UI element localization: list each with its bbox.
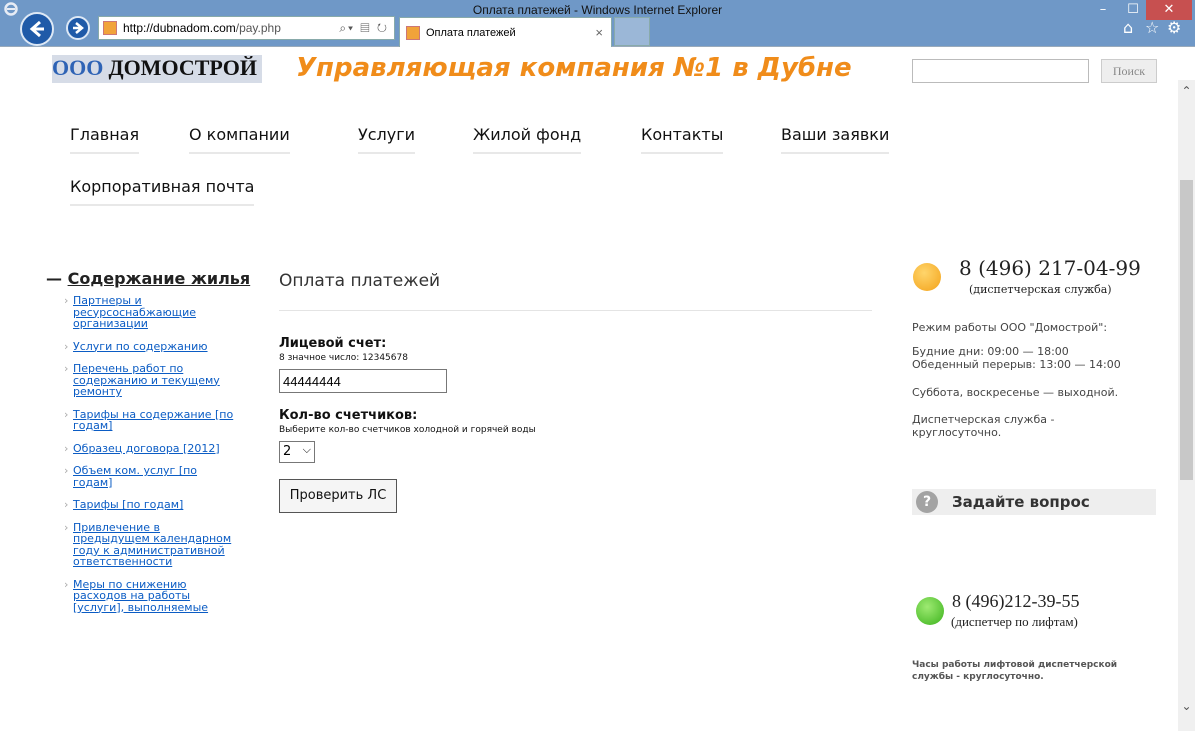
tab-close-icon[interactable]: × bbox=[595, 25, 603, 40]
forward-arrow-icon bbox=[73, 22, 84, 34]
tab-title: Оплата платежей bbox=[426, 26, 516, 39]
ask-question-label: Задайте вопрос bbox=[952, 493, 1090, 511]
vertical-scrollbar[interactable]: ⌃ ⌄ bbox=[1178, 80, 1195, 731]
lift-phone-caption: (диспетчер по лифтам) bbox=[951, 614, 1078, 629]
forward-button[interactable] bbox=[66, 16, 90, 40]
title-divider bbox=[279, 310, 872, 311]
address-tools-icons[interactable]: ⌕▾ ▤ ↻ bbox=[339, 21, 394, 36]
counters-hint: Выберите кол-во счетчиков холодной и гор… bbox=[279, 425, 536, 435]
home-icon[interactable]: ⌂ bbox=[1123, 18, 1133, 37]
ask-question-button[interactable]: ? Задайте вопрос bbox=[912, 489, 1156, 515]
scroll-thumb[interactable] bbox=[1180, 180, 1193, 480]
hours-weekend: Суббота, воскресенье — выходной. bbox=[912, 386, 1119, 399]
scroll-down-icon[interactable]: ⌄ bbox=[1178, 699, 1195, 713]
question-mark-icon: ? bbox=[916, 491, 938, 513]
menu-item-about[interactable]: О компании bbox=[189, 125, 290, 154]
sidebar-item-contract-sample[interactable]: Образец договора [2012] bbox=[64, 442, 234, 455]
hours-title: Режим работы ООО "Домострой": bbox=[912, 321, 1108, 334]
sidebar-item-maintenance-services[interactable]: Услуги по содержанию bbox=[64, 340, 234, 353]
window-titlebar: Оплата платежей - Windows Internet Explo… bbox=[0, 0, 1195, 47]
logo-name: ДОМОСТРОЙ bbox=[108, 55, 257, 80]
page-title: Оплата платежей bbox=[279, 271, 441, 291]
close-window-button[interactable]: ✕ bbox=[1146, 0, 1192, 20]
menu-item-requests[interactable]: Ваши заявки bbox=[781, 125, 890, 154]
window-title: Оплата платежей - Windows Internet Explo… bbox=[472, 3, 723, 17]
favorites-star-icon[interactable]: ☆ bbox=[1145, 18, 1159, 37]
counters-label: Кол-во счетчиков: bbox=[279, 408, 418, 423]
site-slogan: Управляющая компания №1 в Дубне bbox=[296, 53, 852, 83]
dispatch-phone-caption: (диспетчерская служба) bbox=[969, 283, 1112, 296]
lift-phone-icon bbox=[916, 597, 944, 625]
settings-gear-icon[interactable]: ⚙ bbox=[1167, 18, 1181, 37]
lift-phone: 8 (496)212-39-55 bbox=[952, 591, 1080, 611]
menu-item-services[interactable]: Услуги bbox=[358, 125, 416, 154]
menu-item-contacts[interactable]: Контакты bbox=[641, 125, 724, 154]
check-account-button[interactable]: Проверить ЛС bbox=[279, 479, 397, 513]
tab-active[interactable]: Оплата платежей × bbox=[399, 17, 612, 47]
sidebar-title[interactable]: — Содержание жилья bbox=[46, 269, 250, 288]
hours-weekdays: Будние дни: 09:00 — 18:00 bbox=[912, 345, 1069, 358]
counters-select[interactable]: 2 ⌵ bbox=[279, 441, 315, 463]
hours-lunch: Обеденный перерыв: 13:00 — 14:00 bbox=[912, 358, 1121, 371]
url-path: /pay.php bbox=[235, 21, 281, 35]
site-favicon-icon bbox=[103, 21, 117, 35]
sidebar-title-link[interactable]: Содержание жилья bbox=[68, 269, 251, 288]
maximize-button[interactable]: ☐ bbox=[1118, 0, 1148, 20]
url-host: http://dubnadom.com bbox=[123, 21, 236, 35]
sidebar-list: Партнеры и ресурсоснабжающие организации… bbox=[64, 295, 234, 624]
sidebar-item-utilities-volume[interactable]: Объем ком. услуг [по годам] bbox=[64, 465, 234, 488]
counters-select-value: 2 bbox=[283, 444, 292, 459]
back-arrow-icon bbox=[29, 20, 44, 38]
minimize-button[interactable]: – bbox=[1088, 0, 1118, 20]
menu-item-corporate-mail[interactable]: Корпоративная почта bbox=[70, 177, 255, 206]
scroll-up-icon[interactable]: ⌃ bbox=[1178, 84, 1195, 98]
dispatch-hours: Диспетчерская служба - круглосуточно. bbox=[912, 413, 1055, 439]
account-label: Лицевой счет: bbox=[279, 336, 387, 351]
dispatch-phone: 8 (496) 217-04-99 bbox=[959, 256, 1141, 280]
lift-hours: Часы работы лифтовой диспетчерской служб… bbox=[912, 660, 1118, 682]
search-input[interactable] bbox=[912, 59, 1089, 83]
phone-icon bbox=[913, 263, 941, 291]
logo-ooo: ООО bbox=[52, 55, 104, 80]
address-bar[interactable]: http://dubnadom.com/pay.php ⌕▾ ▤ ↻ bbox=[98, 16, 395, 40]
sidebar-item-administrative-liability[interactable]: Привлечение в предыдущем календарном год… bbox=[64, 521, 234, 568]
site-logo[interactable]: ООО ДОМОСТРОЙ bbox=[52, 55, 262, 83]
menu-item-housing[interactable]: Жилой фонд bbox=[473, 125, 582, 154]
account-number-input[interactable] bbox=[279, 369, 447, 393]
sidebar-item-works-list[interactable]: Перечень работ по содержанию и текущему … bbox=[64, 363, 234, 398]
sidebar-item-maintenance-tariffs[interactable]: Тарифы на содержание [по годам] bbox=[64, 408, 234, 432]
sidebar-item-tariffs[interactable]: Тарифы [по годам] bbox=[64, 499, 234, 511]
sidebar-item-partners[interactable]: Партнеры и ресурсоснабжающие организации bbox=[64, 295, 234, 330]
tab-favicon-icon bbox=[406, 25, 420, 40]
menu-item-home[interactable]: Главная bbox=[70, 125, 140, 154]
sidebar-item-cost-reduction[interactable]: Меры по снижению расходов на работы [усл… bbox=[64, 578, 234, 614]
account-hint: 8 значное число: 12345678 bbox=[279, 353, 408, 363]
chevron-down-icon: ⌵ bbox=[302, 443, 311, 456]
new-tab-button[interactable] bbox=[614, 17, 650, 46]
back-button[interactable] bbox=[20, 12, 54, 46]
search-button[interactable]: Поиск bbox=[1101, 59, 1157, 83]
